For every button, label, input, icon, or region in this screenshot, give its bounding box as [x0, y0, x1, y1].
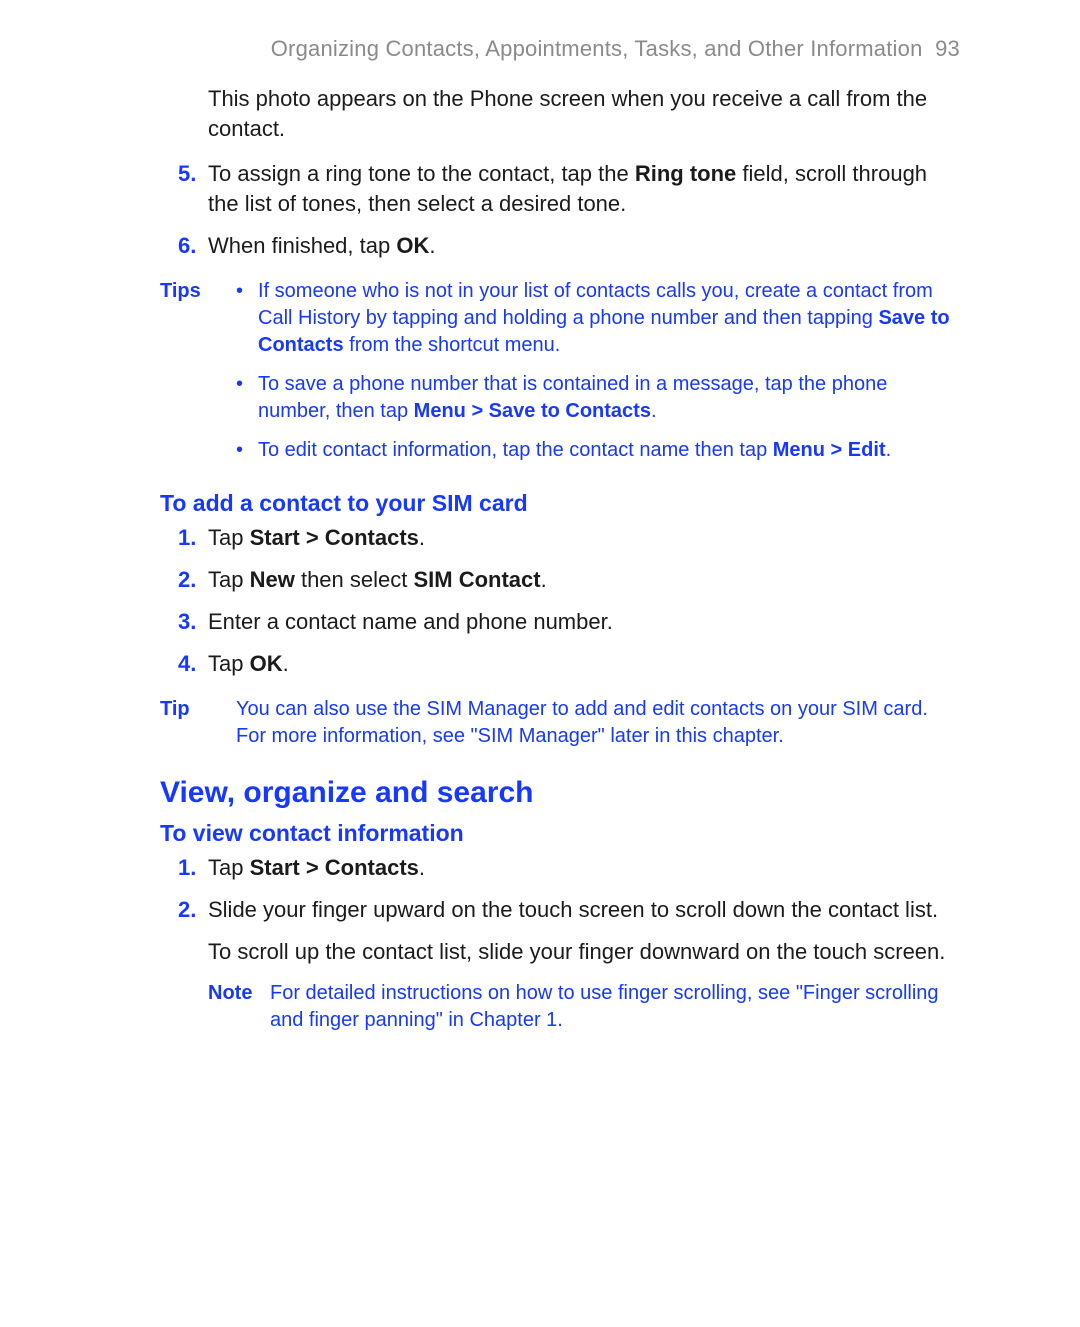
sim-heading: To add a contact to your SIM card	[160, 490, 960, 517]
tips-block: Tips If someone who is not in your list …	[160, 278, 960, 476]
view-step-1: 1. Tap Start > Contacts.	[208, 853, 960, 883]
step-number: 2.	[178, 895, 196, 925]
tips-label: Tips	[160, 278, 236, 476]
tips-list: If someone who is not in your list of co…	[236, 278, 960, 464]
running-header: Organizing Contacts, Appointments, Tasks…	[228, 36, 960, 62]
step-text: Tap Start > Contacts.	[208, 855, 425, 880]
intro-paragraph: This photo appears on the Phone screen w…	[208, 84, 960, 143]
step-number: 2.	[178, 565, 196, 595]
view-section-heading: View, organize and search	[160, 776, 960, 810]
sim-step-1: 1. Tap Start > Contacts.	[208, 523, 960, 553]
sim-steps-list: 1. Tap Start > Contacts. 2. Tap New then…	[160, 523, 960, 678]
note-label: Note	[208, 980, 270, 1034]
header-page-number: 93	[935, 36, 960, 61]
step-text: Tap New then select SIM Contact.	[208, 567, 547, 592]
step-text: To assign a ring tone to the contact, ta…	[208, 161, 927, 216]
step-number: 3.	[178, 607, 196, 637]
note-text: For detailed instructions on how to use …	[270, 980, 960, 1034]
tip-label: Tip	[160, 696, 236, 750]
step-number: 6.	[178, 231, 196, 261]
tip-text: You can also use the SIM Manager to add …	[236, 696, 960, 750]
sim-step-2: 2. Tap New then select SIM Contact.	[208, 565, 960, 595]
step-text: Tap OK.	[208, 651, 289, 676]
view-step-2: 2. Slide your finger upward on the touch…	[208, 895, 960, 925]
step-number: 5.	[178, 159, 196, 189]
tip-item: To edit contact information, tap the con…	[236, 437, 960, 464]
view-subheading: To view contact information	[160, 820, 960, 847]
step-number: 1.	[178, 853, 196, 883]
step-text: When finished, tap OK.	[208, 233, 435, 258]
page: Organizing Contacts, Appointments, Tasks…	[0, 0, 1080, 1327]
note-block: Note For detailed instructions on how to…	[208, 980, 960, 1034]
step-5: 5. To assign a ring tone to the contact,…	[208, 159, 960, 218]
top-steps-list: 5. To assign a ring tone to the contact,…	[160, 159, 960, 260]
step-text: Tap Start > Contacts.	[208, 525, 425, 550]
tip-item: If someone who is not in your list of co…	[236, 278, 960, 359]
step-number: 4.	[178, 649, 196, 679]
tip-block: Tip You can also use the SIM Manager to …	[160, 696, 960, 750]
step-text: Enter a contact name and phone number.	[208, 609, 613, 634]
header-title: Organizing Contacts, Appointments, Tasks…	[271, 36, 923, 61]
step-6: 6. When finished, tap OK.	[208, 231, 960, 261]
view-steps-list: 1. Tap Start > Contacts. 2. Slide your f…	[160, 853, 960, 924]
step-number: 1.	[178, 523, 196, 553]
sim-step-4: 4. Tap OK.	[208, 649, 960, 679]
view-extra-paragraph: To scroll up the contact list, slide you…	[208, 937, 960, 967]
tip-item: To save a phone number that is contained…	[236, 371, 960, 425]
sim-step-3: 3. Enter a contact name and phone number…	[208, 607, 960, 637]
step-text: Slide your finger upward on the touch sc…	[208, 897, 938, 922]
